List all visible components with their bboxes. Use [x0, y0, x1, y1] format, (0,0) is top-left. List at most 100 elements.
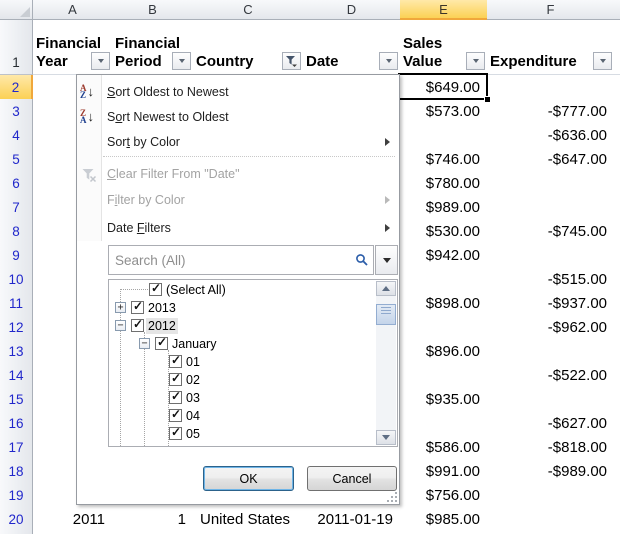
cell-F20[interactable] — [487, 507, 615, 532]
search-scope-dropdown-button[interactable] — [375, 245, 398, 275]
cell-C20[interactable]: United States — [193, 507, 304, 532]
cell-F6[interactable] — [487, 171, 615, 196]
field-header-E[interactable]: Sales Value — [400, 20, 488, 75]
row-header-16[interactable]: 16 — [0, 411, 33, 436]
cell-E2[interactable]: $649.00 — [400, 75, 488, 100]
row-header-19[interactable]: 19 — [0, 483, 33, 508]
cell-E15[interactable]: $935.00 — [400, 387, 488, 412]
checkbox-partial[interactable] — [169, 446, 182, 447]
checkbox-04[interactable]: ✓ — [169, 409, 182, 422]
cell-F19[interactable] — [487, 483, 615, 508]
filter-dropdown-button-F[interactable] — [593, 52, 612, 70]
ok-button[interactable]: OK — [203, 466, 294, 491]
resize-grip[interactable] — [387, 492, 397, 502]
cell-F4[interactable]: -$636.00 — [487, 123, 615, 148]
checkbox-(Select All)[interactable]: ✓ — [149, 283, 162, 296]
field-header-sliver[interactable] — [614, 20, 620, 75]
cell-E3[interactable]: $573.00 — [400, 99, 488, 124]
row-header-13[interactable]: 13 — [0, 339, 33, 364]
cell-F13[interactable] — [487, 339, 615, 364]
cell-E19[interactable]: $756.00 — [400, 483, 488, 508]
column-header-sliver[interactable] — [614, 0, 620, 20]
cell-F2[interactable] — [487, 75, 615, 100]
field-header-F[interactable]: Expenditure — [487, 20, 615, 75]
tree-item-label[interactable]: January — [170, 336, 218, 352]
cell-F16[interactable]: -$627.00 — [487, 411, 615, 436]
cell-F15[interactable] — [487, 387, 615, 412]
tree-item-label[interactable]: 2013 — [146, 300, 178, 316]
cell-F14[interactable]: -$522.00 — [487, 363, 615, 388]
row-header-12[interactable]: 12 — [0, 315, 33, 340]
cell-F8[interactable]: -$745.00 — [487, 219, 615, 244]
field-header-B[interactable]: Financial Period — [112, 20, 194, 75]
column-header-A[interactable]: A — [33, 0, 113, 20]
cell-F3[interactable]: -$777.00 — [487, 99, 615, 124]
cell-B20[interactable]: 1 — [112, 507, 194, 532]
fill-handle[interactable] — [484, 96, 490, 102]
tree-item-label[interactable]: (Select All) — [164, 282, 228, 298]
checkbox-01[interactable]: ✓ — [169, 355, 182, 368]
row-header-8[interactable]: 8 — [0, 219, 33, 244]
cell-E10[interactable] — [400, 267, 488, 292]
cell-E11[interactable]: $898.00 — [400, 291, 488, 316]
tree-item-label[interactable]: 01 — [184, 354, 202, 370]
row-header-1[interactable]: 1 — [0, 20, 33, 75]
filter-dropdown-button-B[interactable] — [172, 52, 191, 70]
cell-E9[interactable]: $942.00 — [400, 243, 488, 268]
checkbox-03[interactable]: ✓ — [169, 391, 182, 404]
cell-E8[interactable]: $530.00 — [400, 219, 488, 244]
cancel-button[interactable]: Cancel — [307, 466, 397, 491]
cell-E13[interactable]: $896.00 — [400, 339, 488, 364]
row-header-5[interactable]: 5 — [0, 147, 33, 172]
collapse-minus-icon[interactable]: − — [115, 320, 126, 331]
row-header-6[interactable]: 6 — [0, 171, 33, 196]
row-header-20[interactable]: 20 — [0, 507, 33, 532]
column-header-F[interactable]: F — [487, 0, 615, 20]
cell-F18[interactable]: -$989.00 — [487, 459, 615, 484]
cell-E16[interactable] — [400, 411, 488, 436]
row-header-2[interactable]: 2 — [0, 75, 33, 100]
filter-funnel-button-C[interactable] — [282, 52, 301, 70]
cell-D20[interactable]: 2011-01-19 — [303, 507, 401, 532]
cell-A20[interactable]: 2011 — [33, 507, 113, 532]
row-header-17[interactable]: 17 — [0, 435, 33, 460]
column-header-D[interactable]: D — [303, 0, 401, 20]
cell-E7[interactable]: $989.00 — [400, 195, 488, 220]
row-header-11[interactable]: 11 — [0, 291, 33, 316]
row-header-3[interactable]: 3 — [0, 99, 33, 124]
tree-item-label[interactable]: 03 — [184, 390, 202, 406]
tree-item-label[interactable]: 04 — [184, 408, 202, 424]
filter-dropdown-button-D[interactable] — [379, 52, 398, 70]
row-header-14[interactable]: 14 — [0, 363, 33, 388]
cell-F9[interactable] — [487, 243, 615, 268]
checkbox-January[interactable]: ✓ — [155, 337, 168, 350]
cell-F12[interactable]: -$962.00 — [487, 315, 615, 340]
cell-E17[interactable]: $586.00 — [400, 435, 488, 460]
column-header-B[interactable]: B — [112, 0, 194, 20]
column-header-E[interactable]: E — [400, 0, 488, 20]
cell-F7[interactable] — [487, 195, 615, 220]
row-header-18[interactable]: 18 — [0, 459, 33, 484]
cell-F5[interactable]: -$647.00 — [487, 147, 615, 172]
column-header-C[interactable]: C — [193, 0, 304, 20]
cell-E5[interactable]: $746.00 — [400, 147, 488, 172]
tree-item-label[interactable]: 05 — [184, 426, 202, 442]
row-header-7[interactable]: 7 — [0, 195, 33, 220]
row-header-15[interactable]: 15 — [0, 387, 33, 412]
row-header-4[interactable]: 4 — [0, 123, 33, 148]
row-header-10[interactable]: 10 — [0, 267, 33, 292]
menu-item-date-filters[interactable]: Date Filters — [77, 214, 399, 241]
cell-E12[interactable] — [400, 315, 488, 340]
cell-F11[interactable]: -$937.00 — [487, 291, 615, 316]
select-all-corner[interactable] — [0, 0, 33, 20]
expand-plus-icon[interactable]: + — [115, 302, 126, 313]
field-header-D[interactable]: Date — [303, 20, 401, 75]
checkbox-2012[interactable]: ✓ — [131, 319, 144, 332]
cell-F17[interactable]: -$818.00 — [487, 435, 615, 460]
cell-E20[interactable]: $985.00 — [400, 507, 488, 532]
checkbox-2013[interactable]: ✓ — [131, 301, 144, 314]
cell-F10[interactable]: -$515.00 — [487, 267, 615, 292]
menu-item-sort-by-color[interactable]: Sort by Color — [77, 129, 399, 154]
search-input[interactable] — [109, 253, 355, 268]
collapse-minus-icon[interactable]: − — [139, 338, 150, 349]
